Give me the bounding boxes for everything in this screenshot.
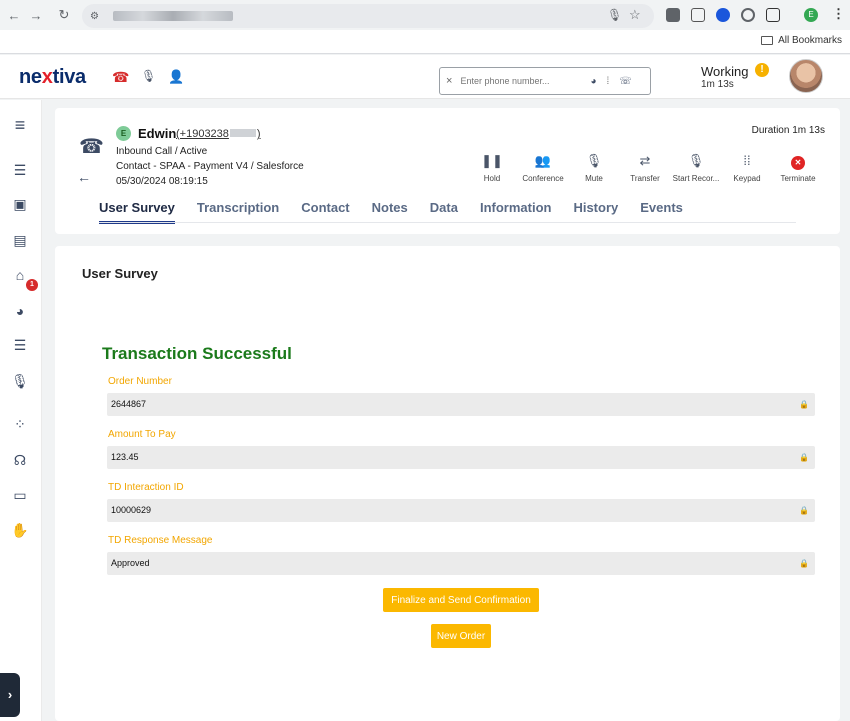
bookmarks-bar: All Bookmarks xyxy=(0,30,850,54)
status-alert-icon: ! xyxy=(755,63,769,77)
call-datetime: 05/30/2024 08:19:15 xyxy=(116,176,208,187)
caller-avatar: E xyxy=(116,126,131,141)
app-header: nextiva ☎ 🎙 👤 × ◕ ⁞ ☏ Working 1m 13s xyxy=(0,55,850,99)
terminate-icon: ✕ xyxy=(791,156,805,170)
lock-icon: 🔒 xyxy=(799,453,809,462)
phone-number-input[interactable] xyxy=(460,76,581,86)
extension-icon[interactable] xyxy=(666,8,680,22)
order-number-label: Order Number xyxy=(108,376,172,387)
contacts-icon[interactable]: ▣ xyxy=(11,195,29,213)
call-status: Inbound Call / Active xyxy=(116,146,208,157)
address-bar[interactable]: ⚙ 🎙 ☆ xyxy=(82,4,654,28)
survey-title: User Survey xyxy=(82,266,158,281)
folder-icon xyxy=(761,36,774,45)
menu-icon[interactable]: ⋮ xyxy=(832,6,845,22)
add-user-icon[interactable]: 👤 xyxy=(168,69,184,85)
hand-icon[interactable]: ✋ xyxy=(11,521,29,539)
response-message-field: Approved 🔒 xyxy=(107,552,815,575)
caller-name: Edwin xyxy=(138,126,177,141)
tab-history[interactable]: History xyxy=(573,200,618,224)
tab-notes[interactable]: Notes xyxy=(372,200,408,224)
agent-icon[interactable]: ☊ xyxy=(11,451,29,469)
microphone-icon[interactable]: 🎙 xyxy=(11,372,29,390)
id-card-icon[interactable]: ▭ xyxy=(11,486,29,504)
amount-to-pay-field: 123.45 🔒 xyxy=(107,446,815,469)
clear-icon[interactable]: × xyxy=(446,75,452,87)
dialpad-icon[interactable]: ⁞ xyxy=(606,76,609,87)
inbound-call-icon: ☎ xyxy=(79,136,104,158)
order-number-field: 2644867 🔒 xyxy=(107,393,815,416)
all-bookmarks[interactable]: All Bookmarks xyxy=(761,35,842,46)
transaction-heading: Transaction Successful xyxy=(102,344,292,363)
call-tabs: User Survey Transcription Contact Notes … xyxy=(99,200,705,224)
reload-icon[interactable]: ↻ xyxy=(55,6,73,24)
star-icon[interactable]: ☆ xyxy=(629,7,641,23)
caller-number[interactable]: (+1903238) xyxy=(176,128,261,140)
terminate-button[interactable]: ✕ Terminate xyxy=(766,152,830,183)
tab-data[interactable]: Data xyxy=(430,200,458,224)
avatar[interactable] xyxy=(789,59,823,93)
back-arrow-icon[interactable]: ← xyxy=(5,6,23,24)
mic-icon[interactable]: 🎙 xyxy=(607,8,622,22)
extension-icon[interactable] xyxy=(741,8,755,22)
phone-search: × ◕ ⁞ ☏ xyxy=(439,67,651,95)
report-icon[interactable]: ▤ xyxy=(11,231,29,249)
lock-icon: 🔒 xyxy=(799,559,809,568)
tab-information[interactable]: Information xyxy=(480,200,552,224)
puzzle-icon[interactable] xyxy=(766,8,780,22)
sidebar: ≡ ☰ ▣ ▤ ⌂ ◕ ☰ 🎙 ⁘ ☊ ▭ ✋ xyxy=(0,100,42,721)
call-icon[interactable]: ☏ xyxy=(619,76,632,87)
extension-icon[interactable] xyxy=(716,8,730,22)
call-duration: Duration 1m 13s xyxy=(751,125,825,136)
profile-icon[interactable]: E xyxy=(804,8,818,22)
expand-sidebar-button[interactable]: › xyxy=(0,673,20,717)
agent-status[interactable]: Working 1m 13s xyxy=(701,64,748,90)
call-contact: Contact - SPAA - Payment V4 / Salesforce xyxy=(116,161,304,172)
tabs-divider xyxy=(99,222,796,223)
interaction-id-label: TD Interaction ID xyxy=(108,482,184,493)
finalize-confirmation-button[interactable]: Finalize and Send Confirmation xyxy=(383,588,539,612)
active-call-card: ☎ ← E Edwin (+1903238) Inbound Call / Ac… xyxy=(55,108,840,234)
extension-icon[interactable] xyxy=(691,8,705,22)
forward-arrow-icon[interactable]: → xyxy=(27,6,45,24)
hangup-icon[interactable]: ☎ xyxy=(112,69,129,86)
nextiva-logo: nextiva xyxy=(19,66,86,88)
list-icon[interactable]: ☰ xyxy=(11,161,29,179)
response-message-label: TD Response Message xyxy=(108,535,213,546)
pie-chart-icon[interactable]: ◕ xyxy=(11,302,29,320)
user-survey-panel: User Survey Transaction Successful Order… xyxy=(55,246,840,721)
notification-badge: 1 xyxy=(26,279,38,291)
tab-user-survey[interactable]: User Survey xyxy=(99,200,175,224)
amount-to-pay-label: Amount To Pay xyxy=(108,429,176,440)
back-arrow-icon[interactable]: ← xyxy=(77,169,91,185)
pie-chart-icon[interactable]: ◕ xyxy=(590,76,596,87)
url-text xyxy=(112,11,233,21)
site-settings-icon[interactable]: ⚙ xyxy=(90,11,99,22)
microphone-icon[interactable]: 🎙 xyxy=(141,69,156,83)
browser-toolbar: ← → ↻ ⚙ 🎙 ☆ E ⋮ xyxy=(0,0,850,30)
interaction-id-field: 10000629 🔒 xyxy=(107,499,815,522)
new-order-button[interactable]: New Order xyxy=(431,624,491,648)
tab-events[interactable]: Events xyxy=(640,200,683,224)
tab-contact[interactable]: Contact xyxy=(301,200,349,224)
queue-list-icon[interactable]: ☰ xyxy=(11,336,29,354)
tab-transcription[interactable]: Transcription xyxy=(197,200,279,224)
lock-icon: 🔒 xyxy=(799,400,809,409)
lock-icon: 🔒 xyxy=(799,506,809,515)
apps-icon[interactable]: ⁘ xyxy=(11,415,29,433)
hamburger-menu-icon[interactable]: ≡ xyxy=(11,116,29,134)
